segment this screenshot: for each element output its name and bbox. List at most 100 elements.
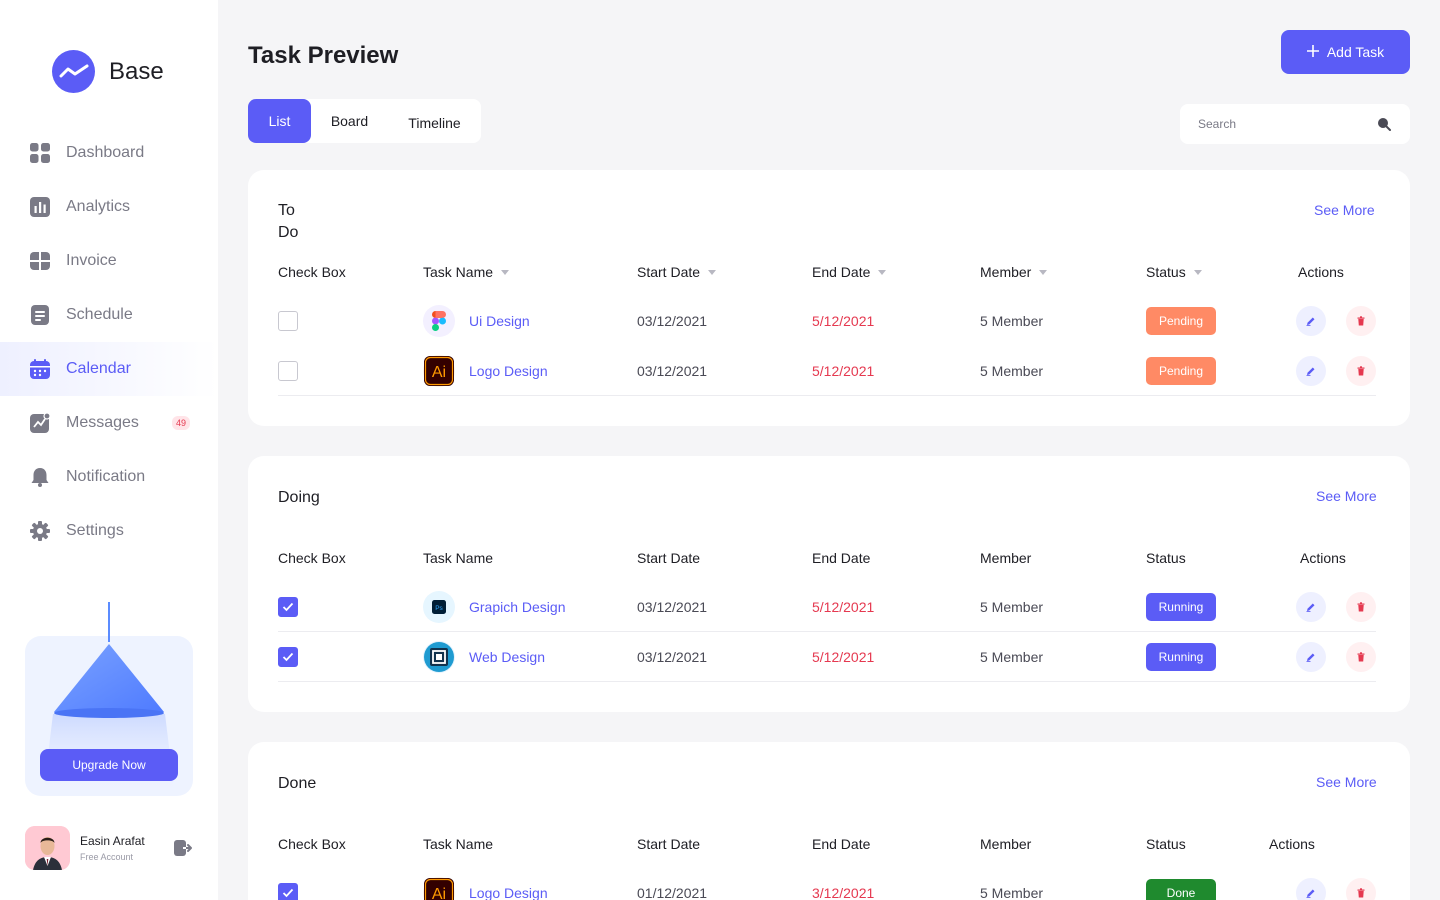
column-label: Start Date (637, 264, 701, 280)
column-label: Actions (1269, 836, 1315, 852)
check-icon (282, 602, 294, 612)
tab-board[interactable]: Board (311, 99, 388, 143)
brand-name: Base (109, 57, 164, 85)
web-design-icon (423, 641, 455, 673)
sort-caret-icon (501, 269, 510, 275)
row-checkbox[interactable] (278, 311, 298, 331)
svg-text:Ps: Ps (435, 605, 443, 612)
task-name-link[interactable]: Ui Design (469, 313, 530, 329)
actions-cell (1296, 346, 1376, 396)
column-header-status[interactable]: Status (1146, 264, 1202, 280)
sidebar-item-calendar[interactable]: Calendar (0, 342, 218, 396)
user-name: Easin Arafat (80, 834, 145, 848)
avatar (25, 826, 70, 870)
sidebar: Base Dashboard Analytics Invoice Schedul… (0, 0, 218, 900)
column-header-member: Member (980, 550, 1031, 566)
column-header-start-date[interactable]: Start Date (637, 264, 717, 280)
bell-icon (30, 467, 50, 487)
edit-button[interactable] (1296, 642, 1326, 672)
column-header-end-date[interactable]: End Date (812, 264, 887, 280)
column-label: Check Box (278, 836, 346, 852)
figma-icon (423, 305, 455, 337)
sidebar-item-invoice[interactable]: Invoice (0, 234, 218, 288)
checkbox-cell (278, 296, 298, 346)
sidebar-item-settings[interactable]: Settings (0, 504, 218, 558)
delete-button[interactable] (1346, 356, 1376, 386)
column-header-checkbox: Check Box (278, 264, 346, 280)
start-date-cell: 03/12/2021 (637, 363, 708, 379)
logout-icon[interactable] (173, 838, 193, 858)
column-label: Status (1146, 550, 1186, 566)
column-header-checkbox: Check Box (278, 550, 346, 566)
section-title-line: Do (278, 224, 299, 241)
row-checkbox[interactable] (278, 597, 298, 617)
row-checkbox[interactable] (278, 361, 298, 381)
column-label: Actions (1300, 550, 1346, 566)
edit-button[interactable] (1296, 356, 1326, 386)
task-name-link[interactable]: Logo Design (469, 885, 548, 900)
task-name-link[interactable]: Logo Design (469, 363, 548, 379)
tab-list[interactable]: List (248, 99, 311, 143)
edit-button[interactable] (1296, 878, 1326, 900)
column-header-end-date: End Date (812, 550, 870, 566)
delete-button[interactable] (1346, 642, 1376, 672)
trash-icon (1357, 366, 1365, 376)
row-checkbox[interactable] (278, 647, 298, 667)
sidebar-item-messages[interactable]: Messages 49 (0, 396, 218, 450)
column-label: End Date (812, 836, 871, 852)
status-badge: Pending (1146, 307, 1216, 335)
checkbox-cell (278, 868, 298, 900)
sidebar-item-notification[interactable]: Notification (0, 450, 218, 504)
see-more-link[interactable]: See More (1316, 488, 1377, 504)
analytics-icon (30, 197, 50, 217)
sidebar-item-schedule[interactable]: Schedule (0, 288, 218, 342)
task-cell: Ui Design (423, 296, 530, 346)
status-cell: Pending (1146, 296, 1216, 346)
calendar-icon (30, 359, 50, 379)
column-label: End Date (812, 264, 871, 280)
column-label: Task Name (423, 836, 494, 852)
sidebar-item-analytics[interactable]: Analytics (0, 180, 218, 234)
sidebar-item-dashboard[interactable]: Dashboard (0, 126, 218, 180)
view-tabs: List Board Timeline (248, 99, 481, 143)
end-date-cell: 5/12/2021 (812, 313, 875, 329)
delete-button[interactable] (1346, 306, 1376, 336)
section-title: Doing (278, 489, 320, 506)
edit-button[interactable] (1296, 306, 1326, 336)
messages-icon (30, 413, 50, 433)
see-more-link[interactable]: See More (1314, 202, 1375, 218)
task-name-link[interactable]: Web Design (469, 649, 545, 665)
schedule-icon (30, 305, 50, 325)
add-task-button[interactable]: Add Task (1281, 30, 1410, 74)
column-header-task-name[interactable]: Task Name (423, 264, 510, 280)
trash-icon (1357, 888, 1365, 898)
start-date-cell: 01/12/2021 (637, 885, 708, 900)
invoice-icon (30, 251, 50, 271)
check-icon (282, 888, 294, 898)
upgrade-now-button[interactable]: Upgrade Now (40, 749, 178, 781)
user-profile[interactable]: Easin Arafat Free Account (25, 826, 195, 870)
edit-button[interactable] (1296, 592, 1326, 622)
search-input[interactable] (1198, 114, 1368, 134)
sort-caret-icon (1039, 269, 1048, 275)
brand[interactable]: Base (52, 50, 164, 93)
column-label: End Date (812, 550, 871, 566)
illustrator-icon: Ai (423, 355, 455, 387)
see-more-link[interactable]: See More (1316, 774, 1377, 790)
delete-button[interactable] (1346, 592, 1376, 622)
column-header-member[interactable]: Member (980, 264, 1048, 280)
tab-timeline[interactable]: Timeline (388, 99, 481, 143)
column-header-actions: Actions (1298, 264, 1344, 280)
sidebar-item-label: Analytics (66, 198, 131, 215)
delete-button[interactable] (1346, 878, 1376, 900)
search-icon[interactable] (1376, 116, 1392, 132)
pencil-icon (1306, 603, 1315, 612)
add-task-label: Add Task (1326, 44, 1385, 60)
task-name-link[interactable]: Grapich Design (469, 599, 566, 615)
table-row: Ps Grapich Design 03/12/2021 5/12/2021 5… (278, 582, 1376, 632)
table-row: Web Design 03/12/2021 5/12/2021 5 Member… (278, 632, 1376, 682)
todo-card: To Do See More Check Box Task Name Start… (248, 170, 1410, 426)
column-header-member: Member (980, 836, 1031, 852)
column-label: Start Date (637, 550, 701, 566)
row-checkbox[interactable] (278, 883, 298, 900)
